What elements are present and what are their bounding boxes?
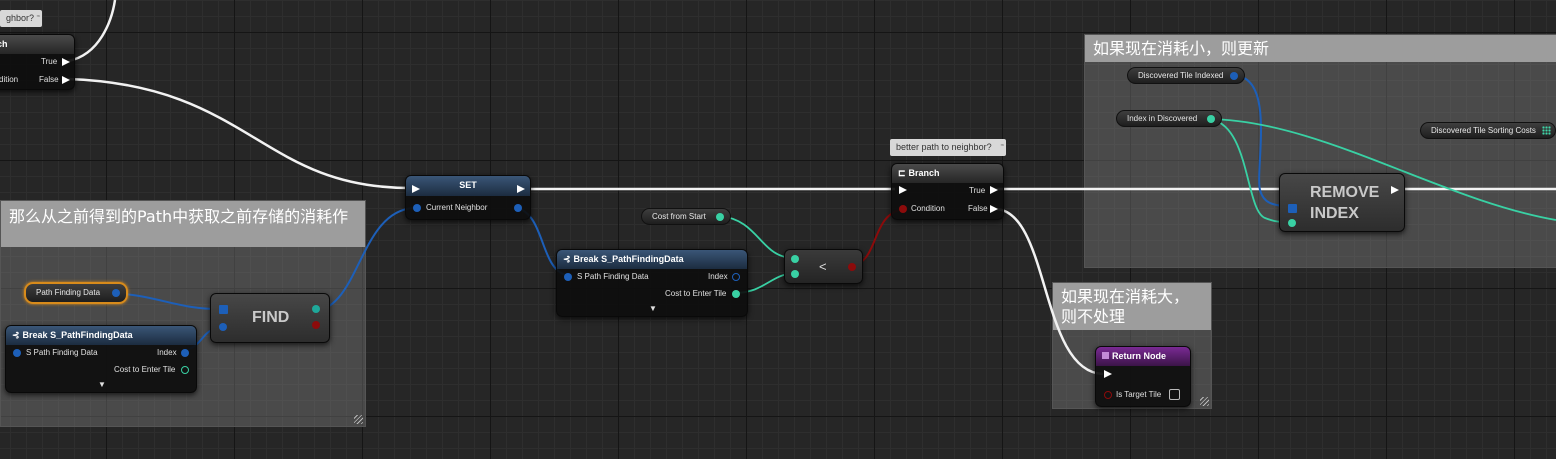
pin-label: Current Neighbor: [426, 203, 488, 212]
index-label: Index: [157, 348, 177, 357]
b-in-pin[interactable]: [791, 270, 799, 278]
remove-index-node[interactable]: REMOVE INDEX: [1279, 173, 1405, 232]
pin-comment-icon[interactable]: ≈: [37, 11, 40, 24]
true-exec-pin[interactable]: [62, 58, 70, 66]
var-discovered-tile-sorting-costs[interactable]: Discovered Tile Sorting Costs: [1420, 122, 1556, 139]
input-label: S Path Finding Data: [26, 348, 98, 357]
var-cost-from-start[interactable]: Cost from Start: [641, 208, 731, 225]
a-in-pin[interactable]: [791, 255, 799, 263]
input-label: S Path Finding Data: [577, 272, 649, 281]
set-node[interactable]: SET Current Neighbor: [405, 175, 531, 220]
false-exec-pin[interactable]: [62, 76, 70, 84]
node-title: Return Node: [1112, 351, 1166, 361]
return-icon: [1102, 352, 1109, 359]
node-comment-bubble: ghbor? ≈: [0, 10, 42, 27]
var-discovered-tile-indexed[interactable]: Discovered Tile Indexed: [1127, 67, 1245, 84]
current-neighbor-in-pin[interactable]: [413, 204, 421, 212]
break-struct-node-mid[interactable]: ⊰ Break S_PathFindingData S Path Finding …: [556, 249, 748, 317]
var-label: Path Finding Data: [36, 288, 101, 297]
false-exec-pin[interactable]: [990, 205, 998, 213]
node-header: ⊰ Break S_PathFindingData: [6, 326, 196, 345]
array-in-pin[interactable]: [1288, 204, 1297, 213]
node-header: ⊰ Break S_PathFindingData: [557, 250, 747, 269]
less-symbol: <: [819, 259, 827, 274]
false-label: False: [39, 75, 59, 84]
struct-icon: ⊰: [563, 254, 571, 264]
array-in-pin[interactable]: [219, 305, 228, 314]
index-out-pin[interactable]: [732, 273, 740, 281]
return-node[interactable]: Return Node Is Target Tile: [1095, 346, 1191, 407]
var-path-finding-data[interactable]: Path Finding Data: [24, 282, 128, 304]
exec-out-pin[interactable]: [1391, 186, 1399, 194]
bubble-text: better path to neighbor?: [896, 142, 992, 152]
condition-in-pin[interactable]: [899, 205, 907, 213]
cost-label: Cost to Enter Tile: [114, 365, 176, 374]
struct-in-pin[interactable]: [13, 349, 21, 357]
index-label: Index: [708, 272, 728, 281]
item-in-pin[interactable]: [219, 323, 227, 331]
expand-arrow[interactable]: ▼: [649, 304, 657, 314]
less-than-node[interactable]: <: [784, 249, 863, 284]
var-label: Discovered Tile Sorting Costs: [1431, 126, 1536, 135]
branch-node-top[interactable]: ch True dition False: [0, 34, 75, 90]
node-header: ch: [0, 35, 74, 54]
pin-comment-icon[interactable]: ≈: [1001, 140, 1004, 153]
node-comment-bubble: better path to neighbor? ≈: [890, 139, 1006, 156]
node-title: FIND: [252, 309, 290, 326]
node-title: SET: [459, 180, 477, 190]
array-out-pin[interactable]: [1230, 71, 1238, 80]
index-in-pin[interactable]: [1288, 219, 1296, 227]
find-node[interactable]: FIND: [210, 293, 330, 343]
var-label: Cost from Start: [652, 212, 706, 221]
var-label: Index in Discovered: [1127, 114, 1198, 123]
break-struct-node-left[interactable]: ⊰ Break S_PathFindingData S Path Finding …: [5, 325, 197, 393]
branch-node-main[interactable]: ⊏ Branch True Condition False: [891, 163, 1004, 220]
branch-icon: ⊏: [898, 168, 906, 178]
condition-label: dition: [0, 75, 19, 84]
pin-label: Is Target Tile: [1116, 390, 1162, 399]
true-label: True: [41, 57, 58, 66]
expand-arrow[interactable]: ▼: [98, 380, 106, 390]
node-header: Return Node: [1096, 347, 1190, 366]
index-out-pin[interactable]: [312, 305, 320, 313]
struct-in-pin[interactable]: [564, 273, 572, 281]
found-out-pin[interactable]: [312, 321, 320, 329]
cost-label: Cost to Enter Tile: [665, 289, 727, 298]
node-title-line1: REMOVE: [1310, 184, 1380, 201]
node-title: Branch: [908, 168, 940, 178]
true-label: True: [969, 186, 986, 195]
exec-in-pin[interactable]: [412, 185, 420, 193]
float-out-pin[interactable]: [716, 212, 724, 221]
is-target-tile-pin[interactable]: [1104, 391, 1112, 399]
node-title-line2: INDEX: [1310, 205, 1359, 222]
false-label: False: [968, 204, 988, 213]
result-out-pin[interactable]: [848, 263, 856, 271]
cost-out-pin[interactable]: [732, 290, 740, 298]
var-label: Discovered Tile Indexed: [1138, 71, 1224, 80]
exec-in-pin[interactable]: [899, 186, 907, 194]
var-index-in-discovered[interactable]: Index in Discovered: [1116, 110, 1222, 127]
bubble-text: ghbor?: [6, 13, 35, 23]
node-header: ⊏ Branch: [892, 164, 1003, 183]
int-out-pin[interactable]: [1207, 114, 1215, 123]
array-grid-icon[interactable]: [1542, 126, 1551, 135]
true-exec-pin[interactable]: [990, 186, 998, 194]
array-out-pin[interactable]: [112, 289, 120, 297]
condition-label: Condition: [911, 204, 945, 213]
exec-in-pin[interactable]: [1104, 370, 1112, 378]
node-title: Break S_PathFindingData: [22, 330, 133, 340]
struct-icon: ⊰: [12, 330, 20, 340]
node-title: Break S_PathFindingData: [573, 254, 684, 264]
cost-out-pin[interactable]: [181, 366, 189, 374]
node-header: SET: [406, 176, 530, 196]
current-neighbor-out-pin[interactable]: [514, 204, 522, 212]
is-target-tile-checkbox[interactable]: [1169, 389, 1180, 400]
index-out-pin[interactable]: [181, 349, 189, 357]
node-title: ch: [0, 39, 8, 49]
exec-out-pin[interactable]: [517, 185, 525, 193]
